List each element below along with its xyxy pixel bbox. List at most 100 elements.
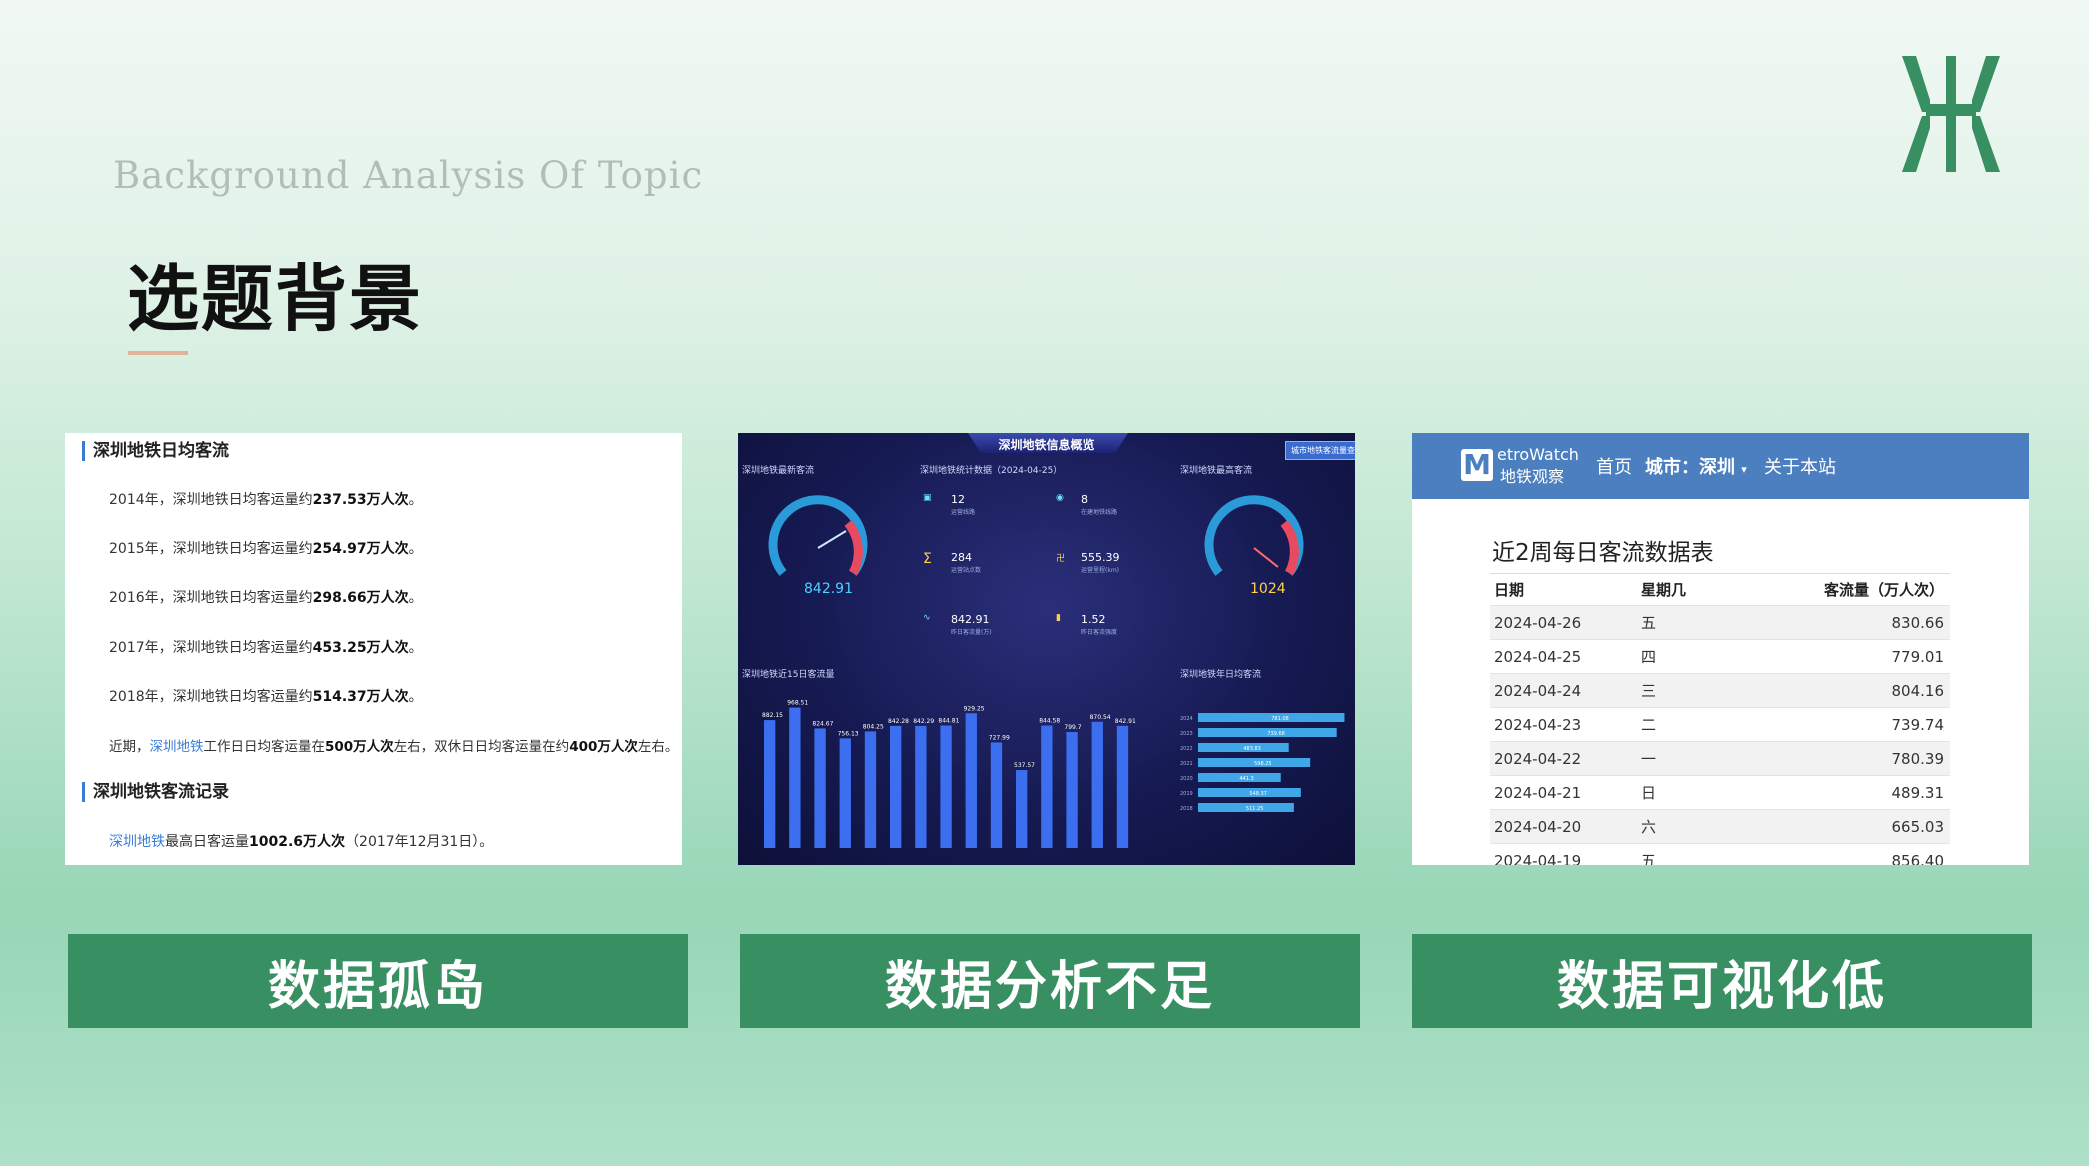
- bar-value-label: 799.7: [1064, 724, 1081, 731]
- table-row: 2024-04-21 日 489.31: [1490, 775, 1950, 809]
- hbar-year-label: 2021: [1180, 761, 1193, 767]
- section-heading-record: 深圳地铁客流记录: [82, 782, 229, 802]
- hbar-year-label: 2020: [1180, 776, 1193, 782]
- pulse-icon: ∿: [923, 613, 931, 623]
- stat-intensity-value: 1.52: [1081, 613, 1106, 626]
- hbar-value-label: 781.08: [1271, 716, 1289, 722]
- stat-lines-value: 12: [951, 493, 965, 506]
- center-caption: 深圳地铁统计数据（2024-04-25）: [920, 466, 1063, 476]
- train-icon: ◉: [1056, 493, 1064, 503]
- route-icon: 卍: [1056, 554, 1066, 564]
- bar-value-label: 968.51: [787, 700, 808, 707]
- list-item: 2018年，深圳地铁日均客运量约514.37万人次。: [109, 689, 423, 705]
- shenzhen-metro-logo-icon: [1902, 56, 2000, 172]
- title-underline: [128, 351, 188, 355]
- bar-value-label: 842.91: [1115, 718, 1136, 725]
- bar-value-label: 824.67: [812, 720, 833, 727]
- stat-flow-label: 昨日客流量(万): [951, 629, 992, 636]
- shenzhen-metro-link[interactable]: 深圳地铁: [109, 834, 165, 850]
- city-query-button[interactable]: 城市地铁客流量查询: [1285, 441, 1355, 460]
- stat-mileage-value: 555.39: [1081, 551, 1120, 564]
- stat-building-value: 8: [1081, 493, 1088, 506]
- bar-value-label: 844.81: [938, 718, 959, 725]
- hbar-value-label: 598.25: [1254, 761, 1272, 767]
- stat-mileage-label: 运营里程(km): [1081, 567, 1120, 574]
- left-caption: 深圳地铁最新客流: [742, 466, 815, 476]
- list-item-record: 深圳地铁最高日客运量1002.6万人次（2017年12月31日）。: [109, 834, 494, 850]
- stat-lines-label: 运营线路: [951, 509, 976, 516]
- gauge-right-value: 1024: [1250, 581, 1286, 597]
- bar: [864, 731, 877, 848]
- daily-flow-table: 2024-04-26 五 830.66 2024-04-25 四 779.01 2024…: [1490, 605, 1950, 865]
- metrowatch-navbar: M etroWatch 地铁观察 首页 城市：深圳 ▾ 关于本站: [1412, 433, 2029, 499]
- hbar-year-label: 2022: [1180, 746, 1193, 752]
- hbar-value-label: 483.83: [1243, 746, 1261, 752]
- table-row: 2024-04-22 一 780.39: [1490, 741, 1950, 775]
- banner-data-silo: 数据孤岛: [68, 934, 688, 1028]
- bar: [1116, 725, 1129, 848]
- bar-value-label: 842.29: [913, 718, 934, 725]
- page-subtitle: Background Analysis Of Topic: [113, 154, 704, 197]
- list-item: 2017年，深圳地铁日均客运量约453.25万人次。: [109, 640, 423, 656]
- hbar-value-label: 739.68: [1267, 731, 1285, 737]
- stat-flow-value: 842.91: [951, 613, 990, 626]
- hbar-value-label: 441.3: [1239, 776, 1253, 782]
- hbar-year-label: 2024: [1180, 716, 1193, 722]
- table-row: 2024-04-25 四 779.01: [1490, 639, 1950, 673]
- brand-name[interactable]: etroWatch: [1497, 445, 1579, 464]
- bar: [814, 728, 826, 848]
- daily-ridership-text-panel: 深圳地铁日均客流 2014年，深圳地铁日均客运量约237.53万人次。 2015…: [65, 433, 682, 865]
- gauge-left: [768, 495, 868, 576]
- table-row: 2024-04-19 五 856.40: [1490, 843, 1950, 865]
- hbar-year-label: 2023: [1180, 731, 1193, 737]
- bar: [789, 707, 801, 848]
- sum-icon: Σ: [923, 551, 932, 567]
- bar: [940, 725, 952, 848]
- nav-city-dropdown[interactable]: 城市：深圳 ▾: [1645, 453, 1747, 479]
- bar: [965, 713, 977, 848]
- stat-intensity-label: 昨日客流强度: [1081, 629, 1118, 636]
- bar: [1041, 725, 1053, 848]
- section-heading-daily: 深圳地铁日均客流: [82, 441, 229, 461]
- bar-icon: ▮: [1056, 613, 1061, 623]
- list-item: 2016年，深圳地铁日均客运量约298.66万人次。: [109, 590, 423, 606]
- banner-insufficient-analysis: 数据分析不足: [740, 934, 1360, 1028]
- hbar-year-label: 2018: [1180, 806, 1193, 812]
- bar: [1066, 732, 1078, 848]
- banner-low-visualization: 数据可视化低: [1412, 934, 2032, 1028]
- bar: [839, 738, 851, 848]
- brand-name-cn: 地铁观察: [1500, 467, 1565, 486]
- yearly-avg-hbar-chart: 2024 781.08 2023 739.68 2022 483.83 2021 598.25…: [1180, 713, 1345, 812]
- hbar-year-label: 2019: [1180, 791, 1193, 797]
- bar-value-label: 882.15: [762, 712, 783, 719]
- bar: [764, 720, 776, 848]
- gauge-right: [1204, 495, 1304, 576]
- table-row: 2024-04-24 三 804.16: [1490, 673, 1950, 707]
- table-row: 2024-04-20 六 665.03: [1490, 809, 1950, 843]
- page-title: 选题背景: [127, 256, 424, 341]
- stat-building-label: 在建地铁线路: [1081, 509, 1118, 516]
- nav-about[interactable]: 关于本站: [1764, 453, 1836, 479]
- shenzhen-metro-link[interactable]: 深圳地铁: [150, 739, 204, 755]
- gauge-left-value: 842.91: [804, 581, 853, 597]
- metro-icon: ▣: [923, 493, 932, 503]
- bar-value-label: 842.28: [888, 718, 909, 725]
- bar-value-label: 727.99: [989, 734, 1010, 741]
- table-header: 日期 星期几 客流量（万人次）: [1494, 580, 1944, 599]
- bar-value-label: 870.54: [1090, 714, 1111, 721]
- table-row: 2024-04-23 二 739.74: [1490, 707, 1950, 741]
- bar: [990, 742, 1003, 848]
- bar: [1016, 770, 1028, 848]
- hbar-value-label: 548.37: [1249, 791, 1267, 797]
- bar: [890, 725, 902, 848]
- bar-chart-caption: 深圳地铁近15日客流量: [742, 670, 835, 680]
- brand-logo-icon[interactable]: M: [1461, 449, 1493, 481]
- hbar-chart-caption: 深圳地铁年日均客流: [1180, 670, 1262, 680]
- nav-home[interactable]: 首页: [1596, 453, 1632, 479]
- list-item-recent: 近期，深圳地铁工作日日均客运量在500万人次左右，双休日日均客运量在约400万人…: [109, 739, 679, 755]
- metro-dashboard-panel: 深圳地铁信息概览 城市地铁客流量查询 深圳地铁最新客流 深圳地铁统计数据（202…: [738, 433, 1355, 865]
- table-row: 2024-04-26 五 830.66: [1490, 605, 1950, 639]
- table-title: 近2周每日客流数据表: [1492, 540, 1714, 566]
- caret-down-icon: ▾: [1741, 463, 1747, 476]
- list-item: 2015年，深圳地铁日均客运量约254.97万人次。: [109, 541, 423, 557]
